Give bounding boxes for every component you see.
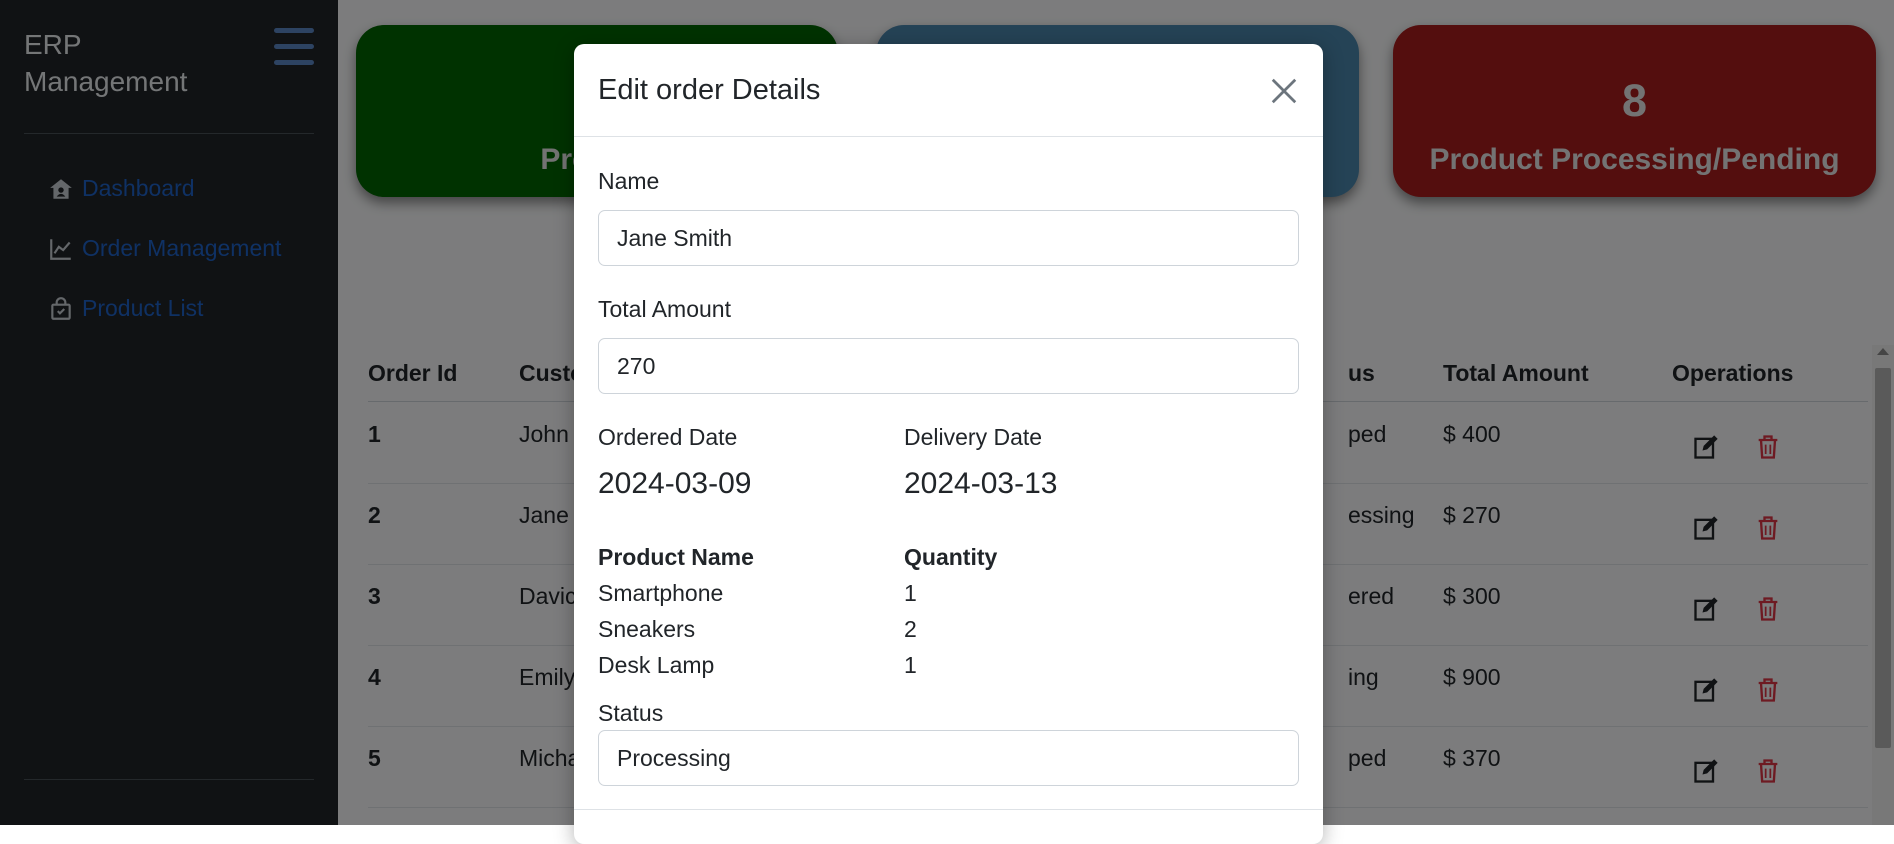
product-name-header: Product Name <box>598 544 754 570</box>
total-amount-label: Total Amount <box>598 296 731 322</box>
total-amount-field[interactable] <box>598 338 1299 394</box>
modal-footer-divider <box>574 809 1323 810</box>
modal-header: Edit order Details <box>574 44 1323 137</box>
name-field[interactable] <box>598 210 1299 266</box>
status-field[interactable] <box>598 730 1299 786</box>
edit-order-modal: Edit order Details Name Total Amount Ord… <box>574 44 1323 844</box>
quantity-header: Quantity <box>904 544 998 570</box>
status-label: Status <box>598 700 664 726</box>
product-quantity: 1 <box>904 652 917 678</box>
product-quantity: 1 <box>904 580 917 606</box>
delivery-date-label: Delivery Date <box>904 424 1043 450</box>
ordered-date-value: 2024-03-09 <box>598 467 752 500</box>
name-label: Name <box>598 168 660 194</box>
product-name: Sneakers <box>598 616 696 642</box>
delivery-date-value: 2024-03-13 <box>904 467 1058 500</box>
close-icon[interactable] <box>1269 76 1299 106</box>
product-name: Smartphone <box>598 580 724 606</box>
modal-title: Edit order Details <box>598 74 821 106</box>
ordered-date-label: Ordered Date <box>598 424 738 450</box>
product-name: Desk Lamp <box>598 652 715 678</box>
product-quantity: 2 <box>904 616 917 642</box>
